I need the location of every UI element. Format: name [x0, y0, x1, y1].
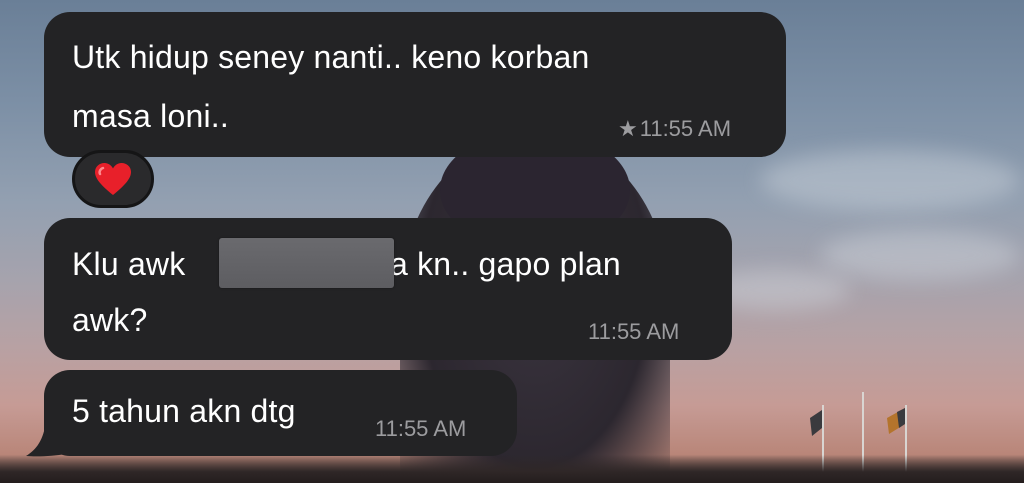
bubble-tail [26, 420, 66, 457]
message-timestamp: 11:55 AM [588, 319, 680, 344]
message-text-line: a kn.. gapo plan [390, 246, 621, 282]
message-text-line: masa loni.. [72, 98, 229, 134]
redaction-block [219, 238, 394, 288]
message-bubble-3[interactable]: 5 tahun akn dtg 11:55 AM [44, 370, 517, 456]
message-timestamp: 11:55 AM [375, 416, 467, 441]
heart-icon [95, 163, 131, 195]
message-text-line: 5 tahun akn dtg [72, 393, 296, 429]
star-icon: ★ [618, 116, 638, 141]
message-text-line: awk? [72, 302, 148, 338]
message-bubble-1[interactable]: Utk hidup seney nanti.. keno korban masa… [44, 12, 786, 157]
message-text-line: Utk hidup seney nanti.. keno korban [72, 39, 590, 75]
skyline-silhouette [0, 455, 1024, 483]
reaction-badge[interactable] [72, 150, 154, 208]
message-text-line: Klu awk [72, 246, 186, 282]
message-timestamp: ★11:55 AM [618, 116, 732, 141]
